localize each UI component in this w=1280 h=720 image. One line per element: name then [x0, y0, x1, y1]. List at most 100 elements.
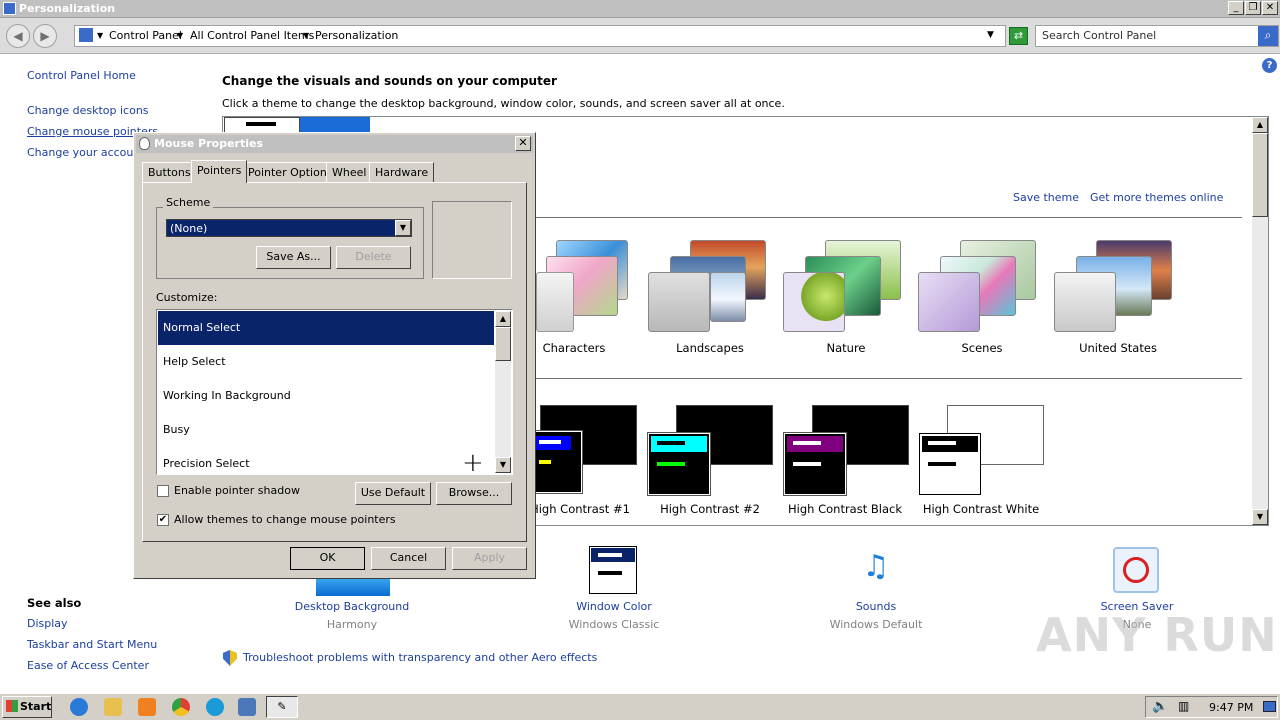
address-dropdown-icon[interactable]: ▼	[987, 30, 994, 40]
desktop-background-link[interactable]: Desktop Background	[282, 600, 422, 613]
sidebar-control-panel-home[interactable]: Control Panel Home	[27, 69, 136, 82]
see-also-taskbar[interactable]: Taskbar and Start Menu	[27, 638, 157, 651]
pointer-list[interactable]: Normal Select Help Select Working In Bac…	[156, 309, 513, 475]
address-bar[interactable]: ▼ Control Panel ▼ All Control Panel Item…	[74, 25, 1006, 47]
theme-characters[interactable]	[536, 238, 632, 334]
enable-shadow-label: Enable pointer shadow	[174, 484, 300, 497]
enable-shadow-checkbox[interactable]	[157, 485, 169, 497]
delete-button[interactable]: Delete	[336, 246, 411, 269]
scroll-down-icon[interactable]: ▼	[495, 457, 511, 473]
my-theme-thumb[interactable]	[224, 117, 370, 133]
search-icon[interactable]: ⌕	[1258, 26, 1278, 46]
forward-icon[interactable]: ▶	[33, 24, 57, 48]
theme-landscapes[interactable]	[648, 238, 772, 334]
volume-icon[interactable]: 🔈	[1152, 699, 1168, 714]
desktop-background-icon[interactable]	[316, 578, 390, 596]
sounds-link[interactable]: Sounds	[806, 600, 946, 613]
list-item[interactable]: Normal Select	[158, 311, 494, 345]
theme-scrollbar[interactable]: ▲ ▼	[1252, 117, 1268, 525]
list-item[interactable]: Busy	[158, 413, 494, 447]
scroll-down-icon[interactable]: ▼	[1252, 509, 1268, 525]
list-item[interactable]: Working In Background	[158, 379, 494, 413]
troubleshoot-link[interactable]: Troubleshoot problems with transparency …	[243, 651, 597, 664]
theme-high-contrast-1[interactable]	[519, 405, 638, 495]
tab-pointers[interactable]: Pointers	[191, 160, 248, 183]
network-icon[interactable]: ▥	[1178, 699, 1189, 713]
save-as-button[interactable]: Save As...	[256, 246, 331, 269]
close-button[interactable]: ✕	[1262, 1, 1278, 15]
control-panel-icon	[3, 2, 16, 15]
window-color-value: Windows Classic	[568, 618, 660, 631]
browse-button[interactable]: Browse...	[436, 482, 512, 505]
chrome-icon[interactable]	[172, 698, 190, 716]
back-icon[interactable]: ◀	[6, 24, 30, 48]
window-title-bar[interactable]: Personalization _ ❐ ✕	[0, 0, 1280, 18]
sidebar-change-desktop-icons[interactable]: Change desktop icons	[27, 104, 149, 117]
theme-nature[interactable]	[783, 238, 907, 334]
scheme-select[interactable]: (None) ▼	[166, 219, 412, 237]
start-label: Start	[20, 700, 52, 713]
breadcrumb-personalization[interactable]: Personalization	[315, 29, 398, 42]
scroll-thumb[interactable]	[495, 327, 511, 361]
search-box[interactable]: Search Control Panel ⌕	[1035, 25, 1279, 47]
breadcrumb-all-items[interactable]: All Control Panel Items	[190, 29, 314, 42]
navigation-bar: ◀ ▶ ▼ Control Panel ▼ All Control Panel …	[0, 18, 1280, 54]
divider	[536, 217, 1242, 218]
theme-high-contrast-black[interactable]	[783, 405, 910, 496]
dialog-title-bar[interactable]: Mouse Properties ✕	[136, 135, 533, 153]
theme-high-contrast-white[interactable]	[919, 405, 1045, 495]
dialog-title: Mouse Properties	[154, 137, 264, 150]
show-desktop-icon[interactable]	[1263, 701, 1276, 712]
see-also-ease-of-access[interactable]: Ease of Access Center	[27, 659, 149, 672]
tab-wheel[interactable]: Wheel	[326, 162, 373, 182]
use-default-button[interactable]: Use Default	[355, 482, 431, 505]
window-color-icon[interactable]	[589, 546, 637, 594]
window-color-link[interactable]: Window Color	[544, 600, 684, 613]
scroll-up-icon[interactable]: ▲	[1252, 117, 1268, 133]
breadcrumb-control-panel[interactable]: Control Panel	[109, 29, 182, 42]
chevron-down-icon[interactable]: ▼	[177, 31, 183, 40]
get-more-themes-link[interactable]: Get more themes online	[1090, 191, 1223, 204]
scroll-thumb[interactable]	[1252, 133, 1268, 217]
internet-explorer-icon[interactable]	[70, 698, 88, 716]
chevron-down-icon[interactable]: ▼	[303, 31, 309, 40]
scroll-up-icon[interactable]: ▲	[495, 311, 511, 327]
minimize-button[interactable]: _	[1228, 1, 1244, 15]
chevron-down-icon[interactable]: ▼	[97, 31, 103, 40]
control-panel-icon[interactable]	[238, 698, 256, 716]
start-button[interactable]: Start	[2, 696, 52, 718]
apply-button[interactable]: Apply	[452, 547, 527, 570]
sounds-icon[interactable]: ♫	[851, 545, 901, 595]
refresh-icon[interactable]: ⇄	[1009, 27, 1028, 45]
tab-hardware[interactable]: Hardware	[369, 162, 435, 182]
see-also-display[interactable]: Display	[27, 617, 68, 630]
theme-high-contrast-2[interactable]	[647, 405, 774, 496]
dialog-close-button[interactable]: ✕	[515, 136, 531, 151]
restore-button[interactable]: ❐	[1245, 1, 1261, 15]
ok-button[interactable]: OK	[290, 547, 365, 570]
clock[interactable]: 9:47 PM	[1209, 701, 1253, 714]
mouse-properties-dialog: Mouse Properties ✕ Buttons Pointers Poin…	[133, 132, 536, 579]
list-item[interactable]: Help Select	[158, 345, 494, 379]
edge-icon[interactable]	[206, 698, 224, 716]
save-theme-link[interactable]: Save theme	[1013, 191, 1079, 204]
cancel-button[interactable]: Cancel	[371, 547, 446, 570]
tab-pointer-options[interactable]: Pointer Options	[242, 162, 339, 182]
media-player-icon[interactable]	[138, 698, 156, 716]
window-title: Personalization	[19, 2, 116, 15]
theme-scenes[interactable]	[918, 238, 1042, 334]
allow-themes-checkbox[interactable]: ✔	[157, 514, 169, 526]
tab-buttons[interactable]: Buttons	[142, 162, 197, 182]
file-explorer-icon[interactable]	[104, 698, 122, 716]
theme-united-states[interactable]	[1054, 238, 1178, 334]
search-input[interactable]: Search Control Panel	[1042, 29, 1156, 42]
list-item[interactable]: Precision Select	[158, 447, 494, 474]
scheme-select-value: (None)	[170, 222, 208, 235]
mouse-properties-task[interactable]: ✎	[266, 696, 298, 718]
chevron-down-icon[interactable]: ▼	[395, 220, 411, 236]
control-panel-icon	[79, 28, 93, 42]
mouse-icon	[139, 137, 150, 150]
screen-saver-icon[interactable]	[1113, 547, 1159, 593]
help-icon[interactable]: ?	[1262, 58, 1277, 73]
list-scrollbar[interactable]: ▲ ▼	[495, 311, 511, 473]
